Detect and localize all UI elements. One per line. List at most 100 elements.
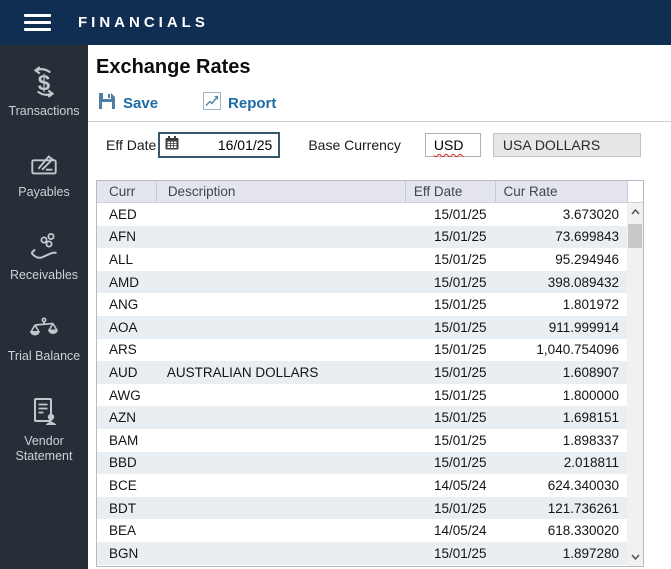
- sidebar-item-payables[interactable]: Payables: [0, 150, 88, 200]
- header-scrollbar-corner: [627, 181, 643, 202]
- table-row[interactable]: BCE 14/05/24 624.340030: [97, 474, 627, 497]
- cell-cur-rate: 1.608907: [562, 364, 620, 380]
- menu-icon[interactable]: [24, 14, 51, 31]
- currency-exchange-icon: $: [27, 65, 61, 99]
- document-person-icon: [27, 395, 61, 429]
- cell-eff-date: 15/01/25: [433, 410, 487, 426]
- cell-cur-rate: 624.340030: [547, 477, 620, 493]
- column-header-description[interactable]: Description: [155, 181, 405, 202]
- cell-cur-rate: 1.801972: [562, 297, 620, 313]
- cell-curr: ANG: [109, 297, 139, 313]
- sidebar-item-transactions[interactable]: $ Transactions: [0, 65, 88, 119]
- cell-curr: AOA: [109, 319, 138, 335]
- table-row[interactable]: AOA 15/01/25 911.999914: [97, 315, 627, 339]
- sidebar-item-receivables[interactable]: Receivables: [0, 231, 88, 283]
- column-header-cur-rate[interactable]: Cur Rate: [494, 181, 628, 202]
- table-row[interactable]: AED 15/01/25 3.673020: [97, 203, 627, 226]
- calendar-icon[interactable]: [164, 135, 180, 156]
- cheque-pen-icon: [29, 150, 59, 180]
- exchange-rates-table: Curr Description Eff Date Cur Rate AED 15…: [96, 180, 644, 567]
- cell-eff-date: 15/01/25: [433, 364, 487, 380]
- table-row[interactable]: AUD AUSTRALIAN DOLLARS 15/01/25 1.608907: [97, 361, 627, 384]
- table-row[interactable]: AWG 15/01/25 1.800000: [97, 383, 627, 407]
- base-currency-input[interactable]: USD: [424, 133, 481, 157]
- report-button-label: Report: [228, 94, 277, 112]
- cell-curr: BGN: [109, 545, 139, 561]
- cell-curr: AUD: [109, 364, 138, 380]
- cell-curr: BDT: [109, 500, 136, 516]
- vertical-scrollbar[interactable]: [627, 203, 643, 566]
- toolbar: Save Report: [98, 90, 671, 116]
- table-row[interactable]: BEA 14/05/24 618.330020: [97, 519, 627, 542]
- table-row[interactable]: BBD 15/01/25 2.018811: [97, 451, 627, 475]
- cell-eff-date: 15/01/25: [433, 387, 487, 403]
- cell-curr: AFN: [109, 229, 136, 245]
- cell-eff-date: 15/01/25: [433, 251, 487, 267]
- table-row[interactable]: ALL 15/01/25 95.294946: [97, 248, 627, 271]
- cell-description: AUSTRALIAN DOLLARS: [166, 364, 319, 380]
- cell-cur-rate: 3.673020: [562, 206, 620, 222]
- table-row[interactable]: BAM 15/01/25 1.898337: [97, 428, 627, 452]
- table-row[interactable]: AZN 15/01/25 1.698151: [97, 406, 627, 429]
- cell-cur-rate: 618.330020: [547, 523, 620, 539]
- sidebar-item-vendor-statement[interactable]: Vendor Statement: [0, 395, 88, 464]
- column-header-curr[interactable]: Curr: [97, 181, 156, 202]
- filter-row: Eff Date 16/01/25 Base Currency USD USA …: [106, 132, 671, 158]
- column-header-eff-date[interactable]: Eff Date: [404, 181, 495, 202]
- sidebar-item-label: Vendor Statement: [15, 434, 73, 463]
- cell-cur-rate: 73.699843: [555, 229, 620, 245]
- table-body: AED 15/01/25 3.673020 AFN 15/01/25 73.699843 A…: [97, 203, 627, 566]
- cell-curr: BCE: [109, 477, 137, 493]
- sidebar: $ Transactions Payables Receivables Tria…: [0, 45, 88, 569]
- table-row[interactable]: BGN 15/01/25 1.897280: [97, 541, 627, 565]
- save-icon: [98, 92, 116, 115]
- cell-cur-rate: 95.294946: [555, 251, 620, 267]
- base-currency-label: Base Currency: [308, 137, 401, 153]
- cell-cur-rate: 398.089432: [547, 274, 620, 290]
- report-chart-icon: [203, 91, 222, 115]
- scroll-down-icon[interactable]: [627, 548, 643, 566]
- cell-curr: AMD: [109, 274, 139, 290]
- cell-cur-rate: 2.018811: [563, 455, 620, 471]
- table-row[interactable]: BDT 15/01/25 121.736261: [97, 496, 627, 520]
- cell-eff-date: 15/01/25: [433, 545, 487, 561]
- eff-date-label: Eff Date: [106, 137, 157, 153]
- report-button[interactable]: Report: [203, 91, 277, 115]
- main-content: Exchange Rates Save Report Eff Date 16/0…: [88, 45, 671, 569]
- scales-icon: [28, 314, 60, 344]
- cell-cur-rate: 1,040.754096: [536, 342, 620, 358]
- cell-cur-rate: 911.999914: [548, 319, 620, 335]
- cell-cur-rate: 1.898337: [562, 432, 620, 448]
- base-currency-code: USD: [433, 137, 464, 153]
- hand-coins-icon: [28, 231, 60, 263]
- table-header-row: Curr Description Eff Date Cur Rate: [97, 181, 643, 203]
- base-currency-name-field: USA DOLLARS: [492, 133, 641, 157]
- table-row[interactable]: ANG 15/01/25 1.801972: [97, 293, 627, 316]
- cell-eff-date: 15/01/25: [433, 206, 487, 222]
- cell-curr: AZN: [109, 410, 136, 426]
- toolbar-divider: [88, 121, 671, 122]
- cell-eff-date: 15/01/25: [433, 229, 487, 245]
- table-row[interactable]: ARS 15/01/25 1,040.754096: [97, 338, 627, 362]
- table-row[interactable]: AMD 15/01/25 398.089432: [97, 270, 627, 294]
- cell-cur-rate: 1.698151: [562, 410, 620, 426]
- cell-eff-date: 15/01/25: [433, 319, 487, 335]
- eff-date-input[interactable]: 16/01/25: [158, 132, 281, 158]
- cell-eff-date: 15/01/25: [433, 455, 487, 471]
- scroll-up-icon[interactable]: [627, 203, 643, 221]
- cell-eff-date: 15/01/25: [433, 342, 487, 358]
- cell-cur-rate: 1.800000: [562, 387, 620, 403]
- table-row[interactable]: AFN 15/01/25 73.699843: [97, 225, 627, 249]
- eff-date-value: 16/01/25: [217, 137, 273, 153]
- cell-curr: ARS: [109, 342, 137, 358]
- sidebar-item-label: Transactions: [8, 104, 80, 118]
- scrollbar-thumb[interactable]: [628, 224, 642, 248]
- base-currency-name: USA DOLLARS: [502, 137, 601, 153]
- cell-curr: BEA: [109, 523, 137, 539]
- page-title: Exchange Rates: [96, 56, 251, 78]
- top-bar: FINANCIALS: [0, 0, 671, 45]
- cell-cur-rate: 121.736261: [547, 500, 620, 516]
- sidebar-item-trial-balance[interactable]: Trial Balance: [0, 314, 88, 364]
- save-button-label: Save: [123, 94, 159, 112]
- save-button[interactable]: Save: [98, 92, 158, 115]
